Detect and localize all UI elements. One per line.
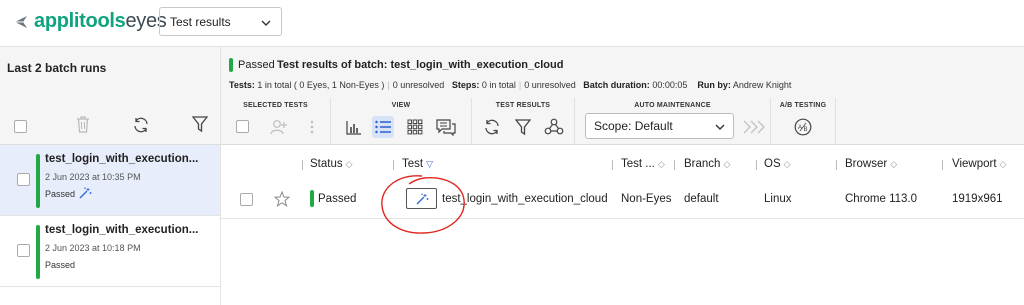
- row-checkbox[interactable]: [240, 193, 253, 206]
- grid-view-icon[interactable]: [404, 116, 426, 138]
- ab-testing-icon[interactable]: AB: [792, 116, 814, 138]
- view-group: VIEW: [331, 98, 472, 145]
- applitools-logo[interactable]: applitoolseyes: [12, 10, 167, 33]
- scope-select[interactable]: Scope: Default: [585, 113, 734, 139]
- select-all-tests-checkbox[interactable]: [236, 120, 249, 133]
- duration-value: 00:00:05: [652, 80, 688, 90]
- refresh-icon[interactable]: [481, 116, 503, 138]
- batch-item[interactable]: test_login_with_execution... 2 Jun 2023 …: [0, 145, 221, 216]
- group-by-icon[interactable]: [543, 116, 565, 138]
- batch-status-bar: [36, 225, 40, 279]
- steps-unresolved: 0 unresolved: [524, 80, 576, 90]
- selected-tests-label: SELECTED TESTS: [243, 102, 308, 109]
- row-status: Passed: [318, 193, 357, 205]
- steps-value: 0 in total: [481, 80, 516, 90]
- column-test-type[interactable]: Test ... ◇: [621, 158, 665, 170]
- top-bar: applitoolseyes Test results: [0, 0, 1024, 46]
- steps-label: Steps:: [451, 80, 480, 90]
- filter-icon[interactable]: [191, 116, 209, 136]
- view-label: VIEW: [391, 102, 411, 109]
- test-results-group: TEST RESULTS: [472, 98, 575, 145]
- batch-checkbox[interactable]: [17, 173, 30, 186]
- chevron-down-icon: [261, 15, 271, 29]
- scope-select-value: Scope: Default: [594, 119, 673, 133]
- batch-status-bar: [36, 154, 40, 208]
- row-os: Linux: [764, 193, 792, 205]
- svg-text:A: A: [798, 125, 802, 131]
- chevron-down-icon: [715, 119, 725, 133]
- batch-list-title: Last 2 batch runs: [7, 61, 107, 75]
- runby-value: Andrew Knight: [732, 80, 792, 90]
- refresh-icon[interactable]: [132, 116, 150, 137]
- column-os[interactable]: OS ◇: [764, 158, 791, 170]
- row-viewport: 1919x961: [952, 193, 1003, 205]
- column-branch[interactable]: Branch ◇: [684, 158, 730, 170]
- test-thumbnail[interactable]: [406, 188, 437, 209]
- tests-unresolved: 0 unresolved: [392, 80, 445, 90]
- runby-label: Run by:: [697, 80, 731, 90]
- context-select[interactable]: Test results: [159, 7, 282, 36]
- batch-checkbox[interactable]: [17, 244, 30, 257]
- ab-testing-label: A/B TESTING: [779, 102, 827, 109]
- row-branch: default: [684, 193, 719, 205]
- column-viewport[interactable]: Viewport ◇: [952, 158, 1006, 170]
- context-select-value: Test results: [170, 14, 231, 29]
- table-row[interactable]: Passed test_login_with_execution_cloud N…: [221, 181, 1024, 219]
- column-test[interactable]: Test ▽: [402, 158, 433, 170]
- batch-date: 2 Jun 2023 at 10:35 PM: [45, 172, 141, 182]
- row-test-type: Non-Eyes: [621, 193, 672, 205]
- comments-icon[interactable]: [435, 116, 457, 138]
- apply-forward-icon[interactable]: [740, 116, 768, 138]
- batch-date: 2 Jun 2023 at 10:18 PM: [45, 243, 141, 253]
- batch-header: Passed Test results of batch: test_login…: [221, 46, 1024, 98]
- column-status[interactable]: Status ◇: [310, 158, 353, 170]
- batch-item[interactable]: test_login_with_execution... 2 Jun 2023 …: [0, 216, 221, 287]
- duration-label: Batch duration:: [583, 80, 650, 90]
- batch-status: Passed: [238, 59, 275, 71]
- magic-wand-icon: [78, 187, 92, 202]
- results-toolbar: SELECTED TESTS VIEW TEST RESULTS AUTO MA…: [221, 98, 1024, 145]
- magic-wand-icon: [415, 193, 428, 205]
- batch-status-bar: [229, 58, 233, 72]
- more-vertical-icon[interactable]: [301, 116, 323, 138]
- tests-value: 1 in total ( 0 Eyes, 1 Non-Eyes ): [257, 80, 385, 90]
- auto-maintenance-label: AUTO MAINTENANCE: [634, 102, 711, 109]
- selected-tests-group: SELECTED TESTS: [221, 98, 331, 145]
- batch-title: Test results of batch: test_login_with_e…: [277, 59, 564, 71]
- row-test-name[interactable]: test_login_with_execution_cloud: [442, 193, 608, 205]
- results-table-header: Status ◇ Test ▽ Test ... ◇ Branch ◇ OS ◇ Brow…: [221, 145, 1024, 181]
- ab-testing-group: A/B TESTING AB: [771, 98, 836, 145]
- row-status-bar: [310, 190, 314, 207]
- star-icon[interactable]: [273, 190, 291, 210]
- row-browser: Chrome 113.0: [845, 193, 918, 205]
- svg-text:B: B: [804, 127, 808, 133]
- bar-chart-icon[interactable]: [343, 116, 365, 138]
- applitools-logo-icon: [12, 13, 30, 31]
- batch-name: test_login_with_execution...: [45, 153, 199, 165]
- trash-icon[interactable]: [76, 116, 90, 136]
- batch-status: Passed: [45, 260, 76, 270]
- list-view-icon[interactable]: [372, 116, 394, 138]
- test-results-label: TEST RESULTS: [495, 102, 551, 109]
- batch-name: test_login_with_execution...: [45, 224, 199, 236]
- tests-label: Tests:: [229, 80, 255, 90]
- batch-status: Passed: [45, 189, 76, 199]
- batch-meta: Tests: 1 in total ( 0 Eyes, 1 Non-Eyes )…: [229, 80, 792, 90]
- filter-icon[interactable]: [512, 116, 534, 138]
- batch-list-header: Last 2 batch runs: [0, 46, 221, 98]
- batch-list-toolbar: [0, 98, 221, 145]
- add-user-icon[interactable]: [268, 116, 290, 138]
- select-all-batches-checkbox[interactable]: [14, 120, 27, 133]
- batch-list-empty: [0, 287, 221, 305]
- column-browser[interactable]: Browser ◇: [845, 158, 897, 170]
- logo-text: applitools: [34, 10, 126, 32]
